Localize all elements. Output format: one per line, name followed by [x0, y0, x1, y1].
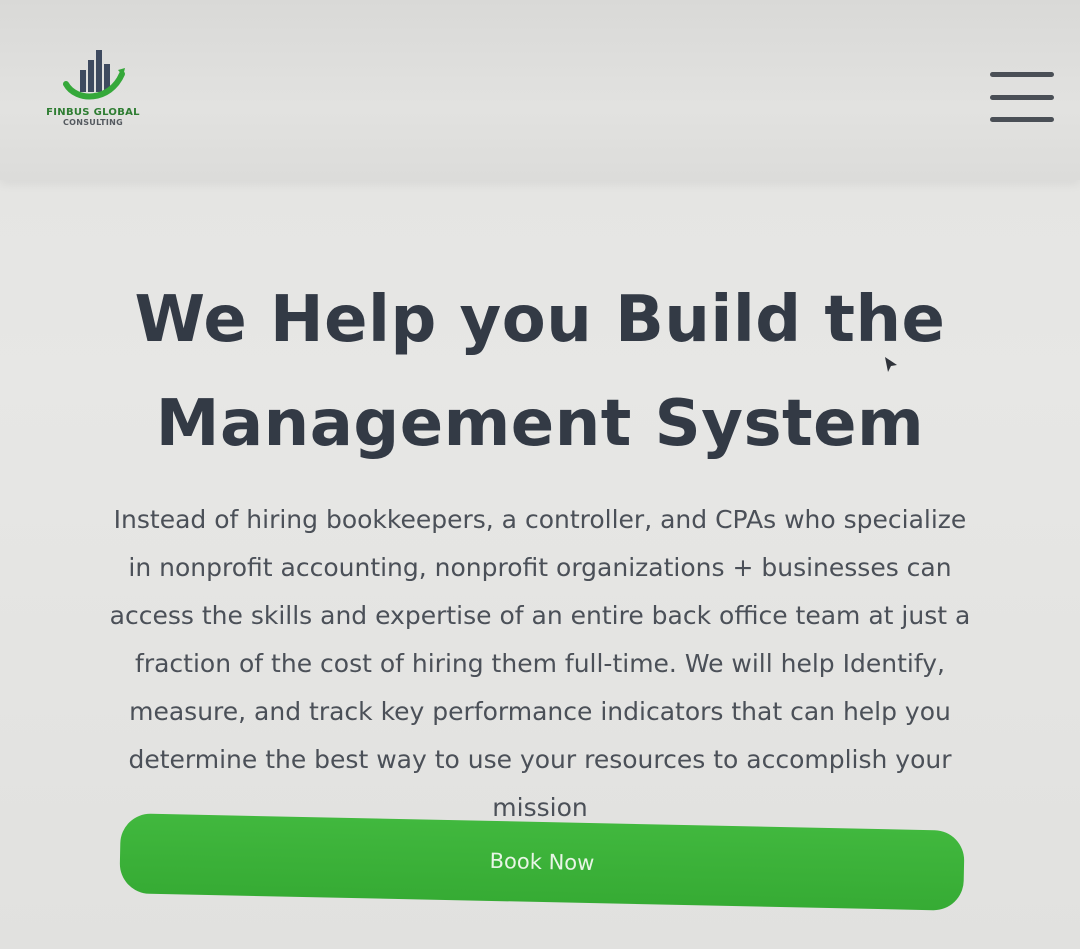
bar-chart-logo-icon	[63, 50, 125, 100]
mouse-cursor-icon	[885, 357, 897, 372]
book-now-button[interactable]: Book Now	[119, 813, 965, 911]
hamburger-menu-icon[interactable]	[990, 72, 1054, 122]
site-header: FINBUS GLOBAL CONSULTING	[0, 0, 1080, 180]
brand-logo[interactable]: FINBUS GLOBAL CONSULTING	[38, 44, 148, 136]
logo-name: FINBUS GLOBAL	[46, 107, 140, 118]
hero-title: We Help you Build the Management System	[134, 283, 946, 461]
hero-section: We Help you Build the Management System …	[0, 240, 1080, 832]
menu-bar-line	[990, 117, 1054, 122]
hero-description: Instead of hiring bookkeepers, a control…	[109, 505, 971, 822]
logo-subtitle: CONSULTING	[62, 118, 124, 127]
menu-bar-line	[990, 94, 1054, 100]
page: FINBUS GLOBAL CONSULTING We Help you Bui…	[0, 0, 1080, 949]
menu-bar-line	[990, 72, 1054, 77]
